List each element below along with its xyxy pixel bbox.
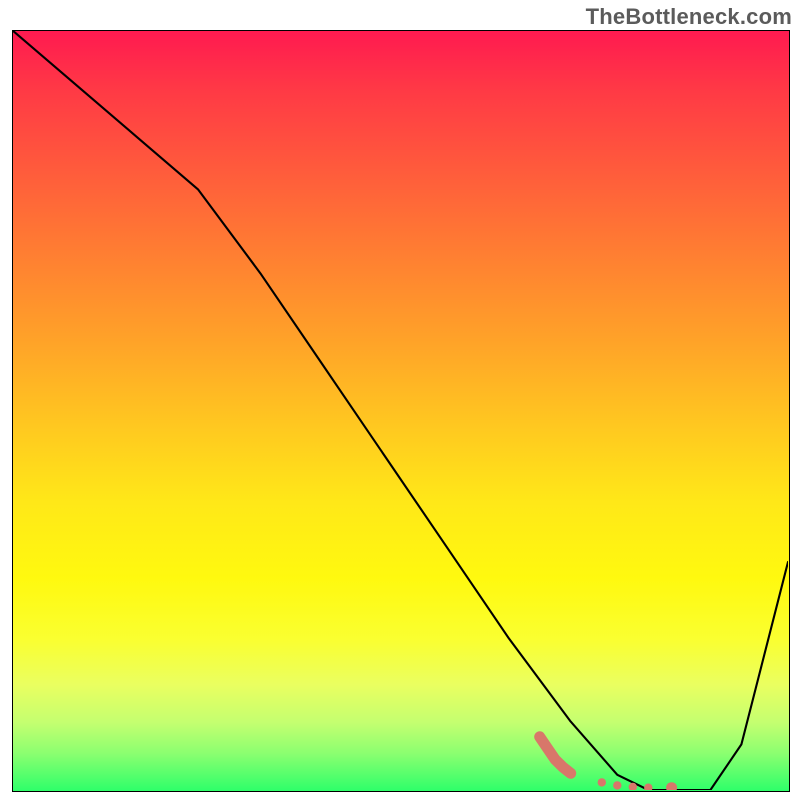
watermark-text: TheBottleneck.com	[586, 4, 792, 30]
gradient-background-panel	[12, 30, 790, 792]
chart-stage: TheBottleneck.com	[0, 0, 800, 800]
